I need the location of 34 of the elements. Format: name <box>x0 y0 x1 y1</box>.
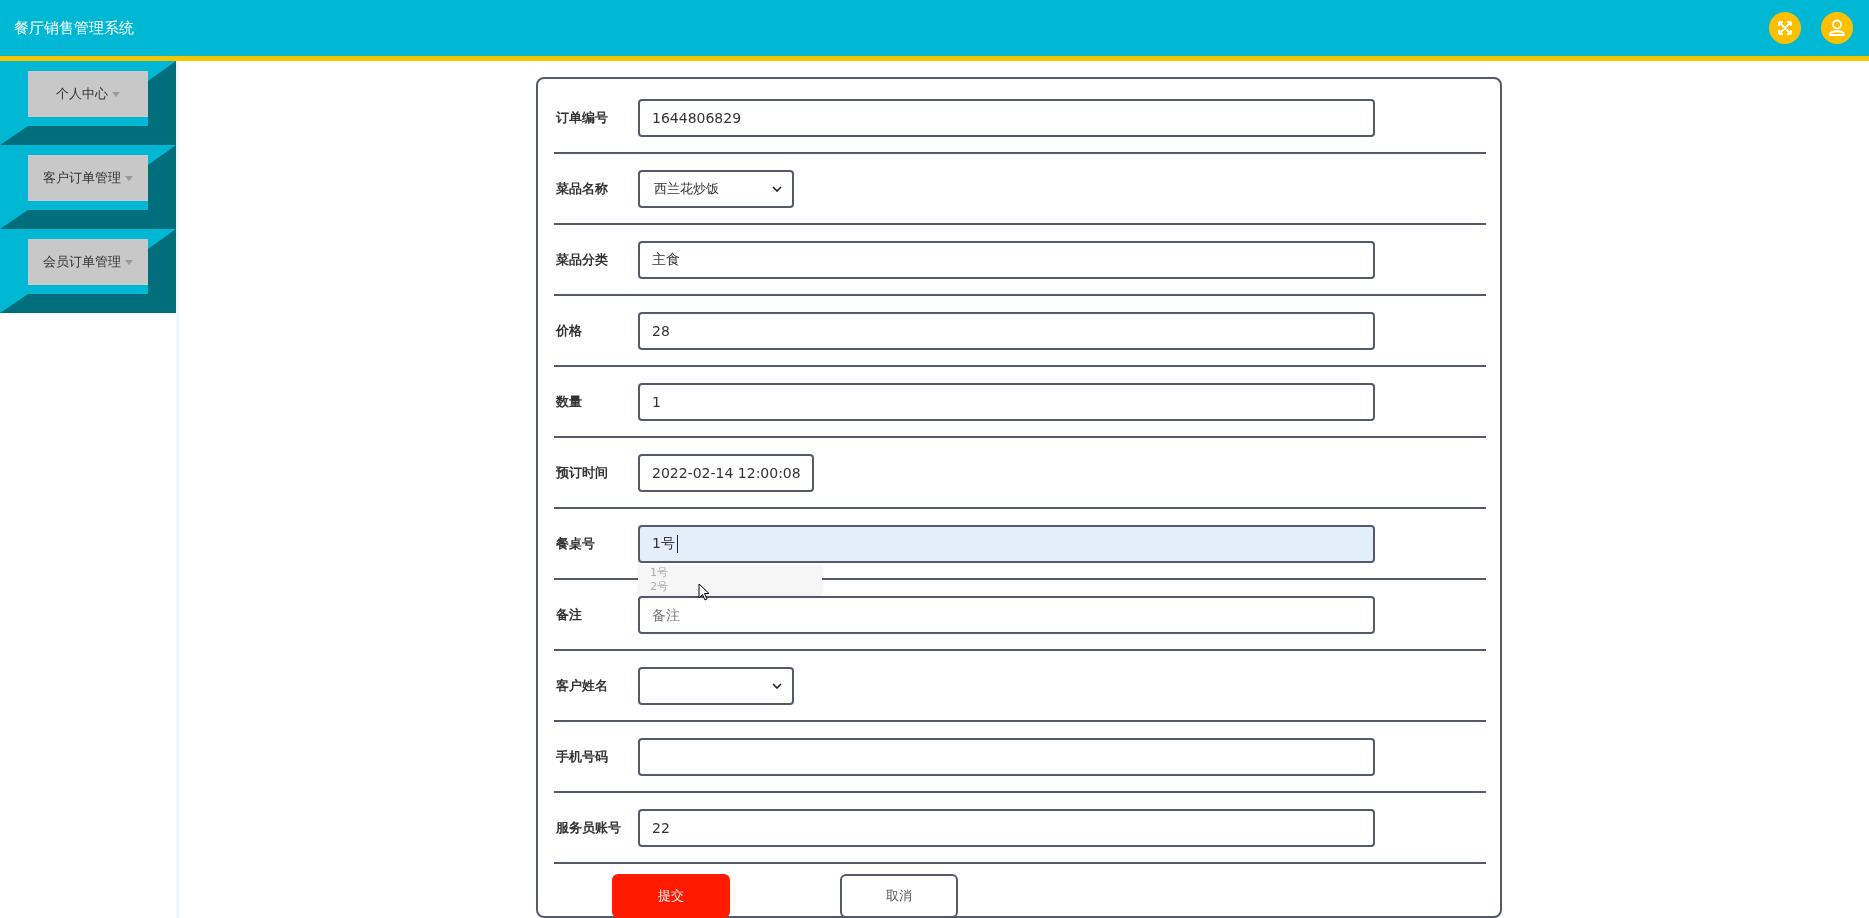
date-field[interactable]: 2022-02-14 12:00:08 <box>638 453 814 492</box>
app-title: 餐厅销售管理系统 <box>14 18 134 38</box>
field-label: 服务员账号 <box>555 818 622 837</box>
field-label: 数量 <box>555 392 583 411</box>
field-label: 菜品分类 <box>555 250 609 269</box>
field-label: 预订时间 <box>555 463 609 482</box>
submit-button[interactable]: 提交 <box>612 874 730 918</box>
caret-icon <box>125 175 133 181</box>
field-label: 价格 <box>554 321 583 340</box>
caret-icon <box>125 259 133 265</box>
field-label: 客户姓名 <box>555 676 609 695</box>
input-field[interactable]: 主食 <box>638 240 1375 279</box>
input-field[interactable]: 备注 <box>638 595 1375 634</box>
field-label: 备注 <box>555 605 583 624</box>
field-label: 手机号码 <box>555 747 609 766</box>
cancel-button[interactable]: 取消 <box>840 874 958 918</box>
dropdown-field[interactable]: 西兰花炒饭 <box>638 169 794 208</box>
sidebar-menu-button[interactable]: 会员订单管理 <box>28 239 148 285</box>
field-label: 餐桌号 <box>555 534 596 553</box>
input-field[interactable]: 1 <box>638 382 1375 421</box>
input-field[interactable]: 28 <box>638 311 1375 350</box>
field-label: 订单编号 <box>555 108 609 127</box>
sidebar-menu-button[interactable]: 客户订单管理 <box>28 155 148 201</box>
dropdown-value: 西兰花炒饭 <box>654 179 719 198</box>
sidebar-menu-button[interactable]: 个人中心 <box>28 71 148 117</box>
caret-icon <box>112 91 120 97</box>
chevron-down-icon <box>772 185 782 192</box>
dropdown-field[interactable] <box>638 666 794 705</box>
input-field[interactable]: 1号 <box>638 524 1375 563</box>
field-label: 菜品名称 <box>555 179 609 198</box>
input-field[interactable]: 22 <box>638 808 1375 847</box>
chevron-down-icon <box>772 682 782 689</box>
input-field[interactable]: 1644806829 <box>638 98 1375 137</box>
input-field[interactable] <box>638 737 1375 776</box>
